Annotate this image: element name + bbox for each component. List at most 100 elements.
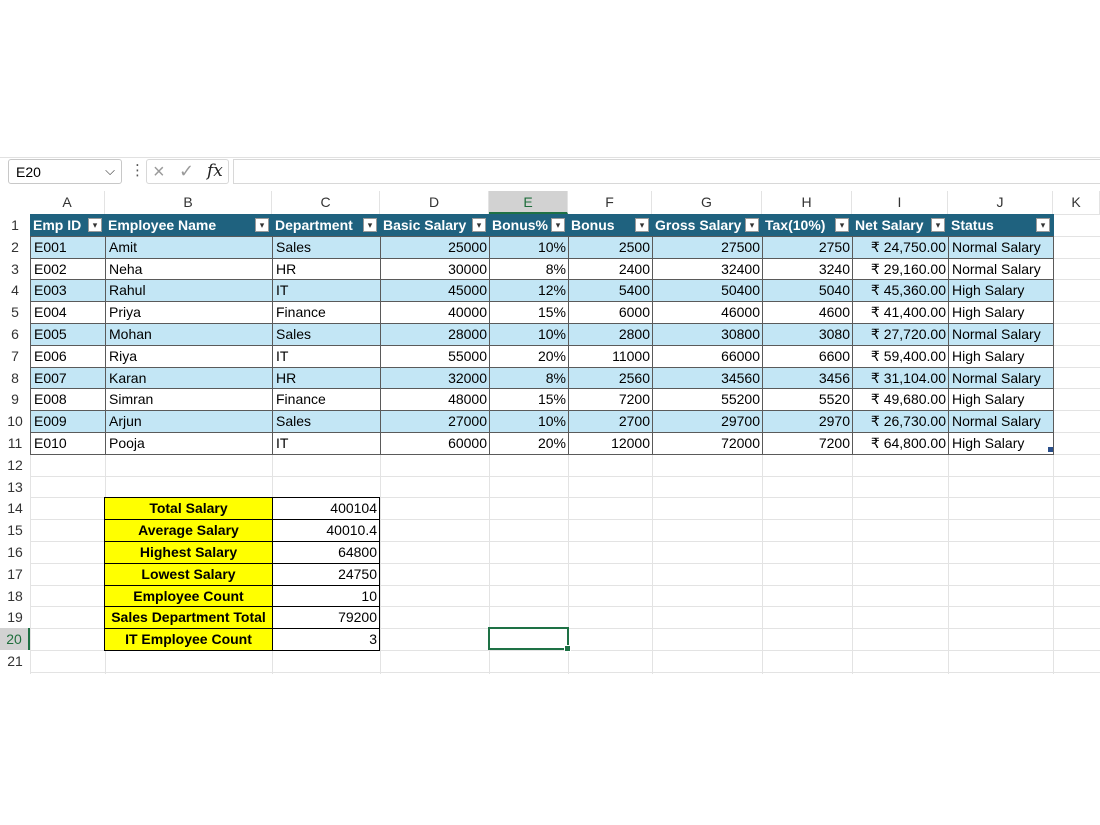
table-cell[interactable]: 46000	[652, 301, 763, 324]
table-cell[interactable]: 2560	[568, 366, 653, 390]
filter-dropdown-icon[interactable]: ▾	[931, 218, 945, 232]
table-cell[interactable]: 5040	[762, 279, 853, 303]
table-cell[interactable]: HR	[272, 257, 381, 281]
table-cell[interactable]: 30000	[380, 257, 490, 281]
table-cell[interactable]: 40000	[380, 301, 490, 324]
table-cell[interactable]: E003	[30, 279, 106, 303]
table-cell[interactable]: Pooja	[105, 432, 273, 455]
table-cell[interactable]: Rahul	[105, 279, 273, 303]
table-cell[interactable]: 10%	[489, 323, 569, 346]
row-header-12[interactable]: 12	[0, 454, 30, 476]
table-cell[interactable]: High Salary	[948, 279, 1054, 303]
table-cell[interactable]: Normal Salary	[948, 257, 1054, 281]
table-cell[interactable]: 6600	[762, 344, 853, 368]
table-cell[interactable]: 30800	[652, 323, 763, 346]
table-header-cell[interactable]: Bonus ▾	[568, 214, 653, 236]
table-cell[interactable]: ₹ 29,160.00	[852, 257, 949, 281]
filter-dropdown-icon[interactable]: ▾	[635, 218, 649, 232]
table-cell[interactable]: E005	[30, 323, 106, 346]
table-cell[interactable]: Sales	[272, 410, 381, 433]
table-cell[interactable]: Karan	[105, 366, 273, 390]
table-cell[interactable]: Finance	[272, 388, 381, 412]
table-cell[interactable]: Normal Salary	[948, 235, 1054, 259]
table-cell[interactable]: 27500	[652, 235, 763, 259]
column-header-j[interactable]: J	[948, 191, 1053, 214]
table-cell[interactable]: Riya	[105, 344, 273, 368]
filter-dropdown-icon[interactable]: ▾	[255, 218, 269, 232]
summary-value[interactable]: 64800	[272, 541, 380, 564]
table-cell[interactable]: E009	[30, 410, 106, 433]
row-header-7[interactable]: 7	[0, 345, 30, 367]
table-cell[interactable]: High Salary	[948, 301, 1054, 324]
table-cell[interactable]: 20%	[489, 344, 569, 368]
summary-label[interactable]: Average Salary	[104, 519, 273, 542]
table-cell[interactable]: E001	[30, 235, 106, 259]
chevron-down-icon[interactable]: ⌵	[105, 163, 115, 179]
summary-label[interactable]: Highest Salary	[104, 541, 273, 564]
table-cell[interactable]: Finance	[272, 301, 381, 324]
more-options-icon[interactable]: ⋮	[130, 161, 145, 179]
summary-label[interactable]: Sales Department Total	[104, 606, 273, 630]
column-header-b[interactable]: B	[105, 191, 272, 214]
row-header-2[interactable]: 2	[0, 236, 30, 258]
fill-handle[interactable]	[564, 645, 571, 652]
table-cell[interactable]: 2700	[568, 410, 653, 433]
row-header-21[interactable]: 21	[0, 650, 30, 672]
row-header-16[interactable]: 16	[0, 541, 30, 563]
table-cell[interactable]: Arjun	[105, 410, 273, 433]
table-header-cell[interactable]: Gross Salary ▾	[652, 214, 763, 236]
row-header-20[interactable]: 20	[0, 628, 30, 651]
table-cell[interactable]: 15%	[489, 301, 569, 324]
column-header-k[interactable]: K	[1053, 191, 1100, 214]
table-cell[interactable]: ₹ 59,400.00	[852, 344, 949, 368]
row-header-17[interactable]: 17	[0, 563, 30, 585]
row-header-18[interactable]: 18	[0, 585, 30, 607]
column-header-a[interactable]: A	[30, 191, 105, 214]
summary-value[interactable]: 24750	[272, 562, 380, 586]
table-cell[interactable]: 20%	[489, 432, 569, 455]
table-cell[interactable]: 2500	[568, 235, 653, 259]
table-cell[interactable]: 4600	[762, 301, 853, 324]
column-header-f[interactable]: F	[568, 191, 652, 214]
table-cell[interactable]: 32000	[380, 366, 490, 390]
row-header-5[interactable]: 5	[0, 301, 30, 323]
row-header-11[interactable]: 11	[0, 432, 30, 454]
row-header-15[interactable]: 15	[0, 519, 30, 541]
table-cell[interactable]: 55000	[380, 344, 490, 368]
table-cell[interactable]: 66000	[652, 344, 763, 368]
table-cell[interactable]: 5400	[568, 279, 653, 303]
table-cell[interactable]: HR	[272, 366, 381, 390]
table-header-cell[interactable]: Status ▾	[948, 214, 1054, 236]
table-cell[interactable]: E006	[30, 344, 106, 368]
table-cell[interactable]: 5520	[762, 388, 853, 412]
summary-label[interactable]: Employee Count	[104, 584, 273, 608]
table-cell[interactable]: 7200	[762, 432, 853, 455]
filter-dropdown-icon[interactable]: ▾	[551, 218, 565, 232]
table-cell[interactable]: 7200	[568, 388, 653, 412]
summary-label[interactable]: Total Salary	[104, 497, 273, 521]
table-cell[interactable]: 34560	[652, 366, 763, 390]
row-header-9[interactable]: 9	[0, 388, 30, 410]
table-cell[interactable]: 48000	[380, 388, 490, 412]
table-cell[interactable]: ₹ 64,800.00	[852, 432, 949, 455]
column-header-g[interactable]: G	[652, 191, 762, 214]
table-header-cell[interactable]: Bonus% ▾	[489, 214, 569, 236]
table-cell[interactable]: ₹ 41,400.00	[852, 301, 949, 324]
table-cell[interactable]: IT	[272, 432, 381, 455]
table-cell[interactable]: 50400	[652, 279, 763, 303]
table-cell[interactable]: High Salary	[948, 344, 1054, 368]
table-cell[interactable]: High Salary	[948, 432, 1054, 455]
summary-value[interactable]: 3	[272, 628, 380, 651]
table-cell[interactable]: ₹ 27,720.00	[852, 323, 949, 346]
table-cell[interactable]: 55200	[652, 388, 763, 412]
summary-value[interactable]: 400104	[272, 497, 380, 521]
table-cell[interactable]: 3240	[762, 257, 853, 281]
table-cell[interactable]: Mohan	[105, 323, 273, 346]
table-cell[interactable]: Priya	[105, 301, 273, 324]
table-header-cell[interactable]: Tax(10%) ▾	[762, 214, 853, 236]
row-header-1[interactable]: 1	[0, 214, 30, 236]
table-cell[interactable]: High Salary	[948, 388, 1054, 412]
table-cell[interactable]: ₹ 31,104.00	[852, 366, 949, 390]
column-header-c[interactable]: C	[272, 191, 380, 214]
table-cell[interactable]: ₹ 24,750.00	[852, 235, 949, 259]
